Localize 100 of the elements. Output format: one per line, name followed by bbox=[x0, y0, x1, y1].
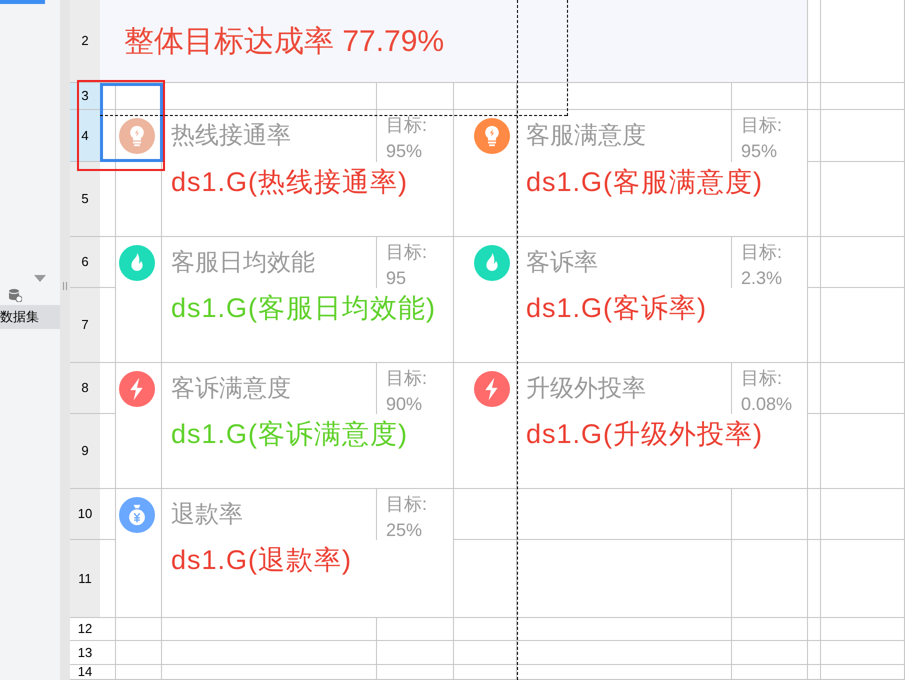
grid-cell[interactable] bbox=[808, 641, 821, 665]
grid-cell[interactable] bbox=[821, 0, 905, 83]
row-header[interactable]: 14 bbox=[70, 665, 100, 680]
grid-cell[interactable] bbox=[116, 618, 162, 641]
grid-cell[interactable] bbox=[454, 665, 517, 680]
grid-cell[interactable] bbox=[732, 540, 808, 618]
row-header[interactable]: 11 bbox=[70, 540, 100, 618]
grid-cell[interactable] bbox=[808, 237, 821, 288]
target-value: 95% bbox=[741, 140, 778, 163]
grid-cell[interactable] bbox=[517, 641, 732, 665]
formula-text: ds1.G(热线接通率) bbox=[171, 167, 408, 197]
grid-cell[interactable] bbox=[454, 83, 517, 110]
grid-cell[interactable] bbox=[808, 489, 821, 540]
caret-icon[interactable] bbox=[34, 275, 46, 282]
grid-cell[interactable] bbox=[517, 618, 732, 641]
grid-cell[interactable] bbox=[808, 414, 821, 489]
grid-cell[interactable] bbox=[116, 641, 162, 665]
grid-cell[interactable] bbox=[377, 618, 454, 641]
row-header[interactable]: 10 bbox=[70, 489, 100, 540]
row-header[interactable]: 8 bbox=[70, 363, 100, 414]
grid-cell[interactable] bbox=[808, 363, 821, 414]
row-header[interactable]: 9 bbox=[70, 414, 100, 489]
target-label: 目标: bbox=[386, 114, 428, 137]
grid-cell[interactable] bbox=[162, 641, 377, 665]
grid-cell[interactable] bbox=[377, 83, 454, 110]
grid-cell[interactable] bbox=[517, 83, 732, 110]
grid-cell[interactable] bbox=[821, 162, 905, 237]
grid-cell[interactable] bbox=[732, 83, 808, 110]
row-header[interactable]: 3 bbox=[70, 83, 100, 110]
grid-cell[interactable] bbox=[808, 665, 821, 680]
row-header[interactable]: 2 bbox=[70, 0, 100, 83]
target-value: 90% bbox=[386, 393, 424, 416]
metric-name: 客诉满意度 bbox=[171, 374, 291, 404]
formula-text: ds1.G(退款率) bbox=[171, 545, 352, 575]
grid-cell[interactable] bbox=[821, 641, 905, 665]
target-label: 目标: bbox=[386, 241, 428, 264]
database-icon[interactable] bbox=[8, 288, 22, 302]
grid-cell[interactable] bbox=[100, 618, 116, 641]
grid-cell[interactable] bbox=[100, 540, 116, 618]
sidebar-item[interactable]: 数据集 bbox=[0, 305, 60, 329]
grid-cell[interactable] bbox=[517, 540, 732, 618]
grid-cell[interactable] bbox=[377, 665, 454, 680]
row-header[interactable]: 4 bbox=[70, 110, 100, 162]
grid-cell[interactable] bbox=[100, 83, 116, 110]
formula-text: ds1.G(客诉满意度) bbox=[171, 419, 408, 449]
grid-cell[interactable] bbox=[808, 618, 821, 641]
metric-name: 客服日均效能 bbox=[171, 248, 315, 278]
grid-cell[interactable] bbox=[162, 618, 377, 641]
grid-cell[interactable] bbox=[821, 618, 905, 641]
grid-cell[interactable] bbox=[808, 0, 821, 83]
grid-cell[interactable] bbox=[821, 288, 905, 363]
grid-cell[interactable] bbox=[454, 618, 517, 641]
grid-cell[interactable] bbox=[808, 162, 821, 237]
grid-cell[interactable] bbox=[100, 414, 116, 489]
grid-cell[interactable] bbox=[377, 641, 454, 665]
target-value: 95 bbox=[386, 267, 408, 290]
grid-cell[interactable] bbox=[821, 414, 905, 489]
grid-cell[interactable] bbox=[808, 110, 821, 162]
grid-cell[interactable] bbox=[821, 489, 905, 540]
target-value: 0.08% bbox=[741, 393, 794, 416]
grid-cell[interactable] bbox=[454, 641, 517, 665]
grid-cell[interactable] bbox=[732, 665, 808, 680]
metric-name: 退款率 bbox=[171, 500, 243, 530]
grid-cell[interactable] bbox=[100, 665, 116, 680]
splitter-grip[interactable] bbox=[63, 282, 67, 290]
grid-cell[interactable] bbox=[454, 489, 517, 540]
grid-cell[interactable] bbox=[821, 83, 905, 110]
grid-cell[interactable] bbox=[116, 665, 162, 680]
grid-cell[interactable] bbox=[517, 665, 732, 680]
grid-cell[interactable] bbox=[821, 363, 905, 414]
grid-cell[interactable] bbox=[454, 540, 517, 618]
row-header[interactable]: 5 bbox=[70, 162, 100, 237]
grid-cell[interactable] bbox=[162, 665, 377, 680]
grid-cell[interactable] bbox=[821, 540, 905, 618]
report-title: 整体目标达成率 77.79% bbox=[124, 24, 444, 60]
grid-cell[interactable] bbox=[100, 162, 116, 237]
grid-cell[interactable] bbox=[100, 288, 116, 363]
formula-text: ds1.G(客诉率) bbox=[526, 293, 708, 323]
grid-cell[interactable] bbox=[821, 237, 905, 288]
grid-cell[interactable] bbox=[100, 489, 116, 540]
grid-cell[interactable] bbox=[821, 110, 905, 162]
grid-cell[interactable] bbox=[100, 363, 116, 414]
target-label: 目标: bbox=[386, 493, 428, 516]
grid-cell[interactable] bbox=[100, 237, 116, 288]
grid-cell[interactable] bbox=[821, 665, 905, 680]
grid-cell[interactable] bbox=[808, 540, 821, 618]
selected-cell[interactable] bbox=[100, 83, 163, 162]
grid-cell[interactable] bbox=[732, 618, 808, 641]
grid-cell[interactable] bbox=[732, 641, 808, 665]
grid-cell[interactable] bbox=[517, 489, 732, 540]
grid-cell[interactable] bbox=[808, 83, 821, 110]
grid-cell[interactable] bbox=[162, 83, 377, 110]
grid-cell[interactable] bbox=[732, 489, 808, 540]
grid-cell[interactable] bbox=[100, 641, 116, 665]
formula-text: ds1.G(客服满意度) bbox=[526, 167, 764, 197]
grid-cell[interactable] bbox=[808, 288, 821, 363]
row-header[interactable]: 6 bbox=[70, 237, 100, 288]
row-header[interactable]: 7 bbox=[70, 288, 100, 363]
target-label: 目标: bbox=[741, 241, 784, 264]
target-label: 目标: bbox=[741, 367, 784, 390]
